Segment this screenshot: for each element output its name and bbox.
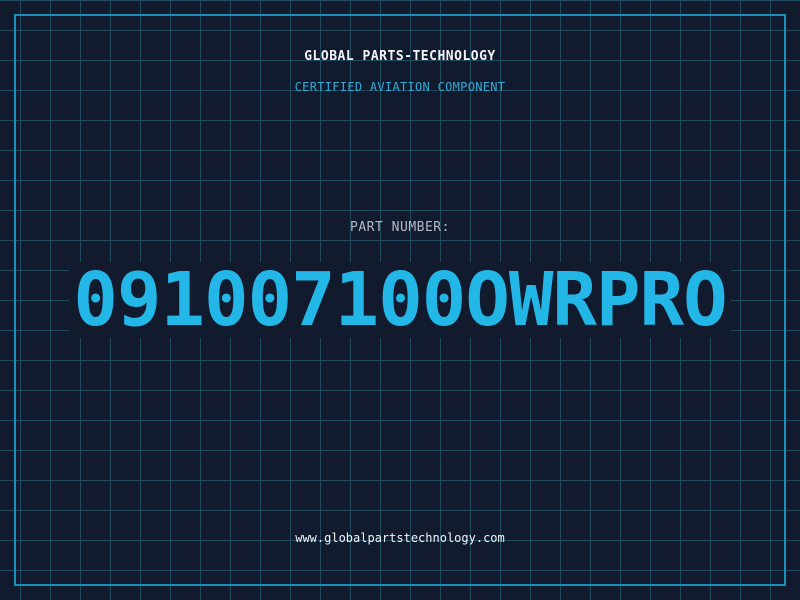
part-number-display: 091007100OWRPRO xyxy=(0,262,800,338)
company-name: GLOBAL PARTS-TECHNOLOGY xyxy=(304,49,496,64)
certification-subtitle: CERTIFIED AVIATION COMPONENT xyxy=(294,80,506,94)
website-link[interactable]: www.globalpartstechnology.com xyxy=(0,531,800,545)
part-number-label: PART NUMBER: xyxy=(350,220,450,235)
part-number-value: 091007100OWRPRO xyxy=(69,262,731,338)
